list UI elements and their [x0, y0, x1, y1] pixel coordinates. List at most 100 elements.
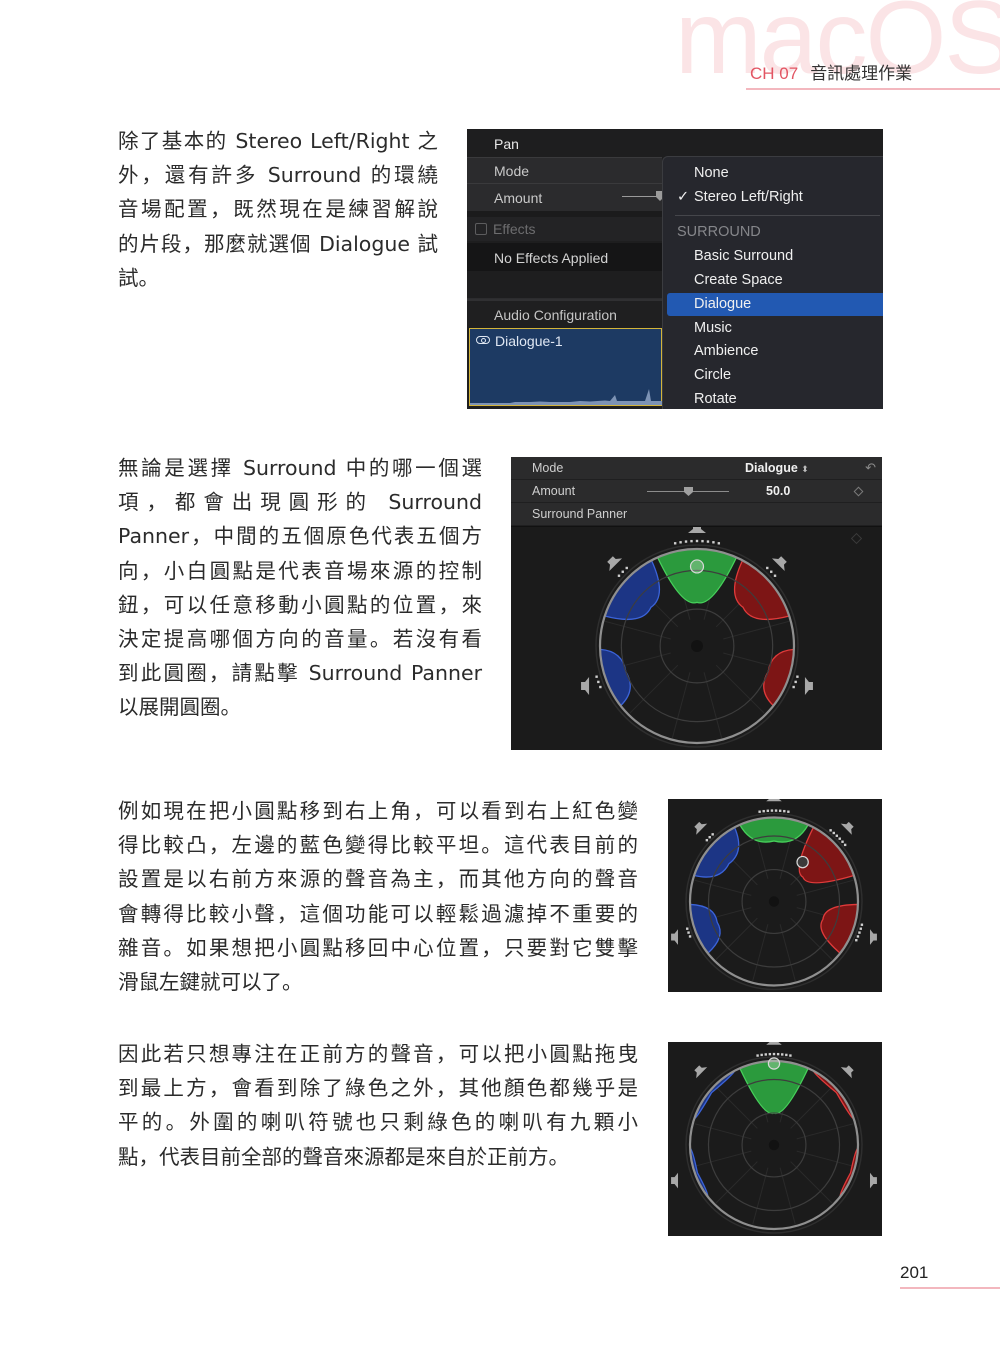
right-surround-channel-lobe [839, 1146, 859, 1199]
speaker-level-dot [766, 566, 769, 570]
speaker-level-dot [772, 1052, 776, 1056]
menu-item-label: Basic Surround [694, 248, 794, 264]
speaker-level-dot [712, 541, 715, 544]
speaker-level-dot [617, 574, 621, 577]
speaker-level-dot [787, 810, 790, 813]
paragraph-line: 例如現在把小圓點移到右上角，可以看到右上紅色變 [118, 799, 638, 823]
menu-item-stereo-left-right[interactable]: ✓ Stereo Left/Right [663, 186, 883, 209]
speaker-level-dot [597, 680, 600, 684]
effects-checkbox[interactable] [475, 223, 487, 235]
menu-item-label: Rotate [694, 391, 737, 407]
surround-panner-circle[interactable] [668, 799, 882, 992]
center-speaker-icon [688, 525, 706, 533]
speaker-level-dot [760, 1053, 763, 1057]
paragraph-2: 無論是選擇 Surround 中的哪一個選 項，都會出現圓形的 Surround P… [118, 451, 482, 725]
paragraph-line: 雜音。如果想把小圓點移回中心位置，只要對它雙擊 [118, 935, 638, 960]
right-front-channel-lobe [812, 1069, 856, 1121]
paragraph-line: 除了基本的 Stereo Left/Right 之 [118, 129, 438, 153]
surround-panner-toggle[interactable]: Surround Panner [511, 503, 882, 526]
amount-slider-track[interactable] [622, 196, 660, 197]
paragraph-line: 會轉得比較小聲，這個功能可以輕鬆過濾掉不重要的 [118, 901, 638, 926]
paragraph-line: 向，小白圓點是代表音場來源的控制 [118, 558, 482, 583]
speaker-shape [869, 1172, 877, 1189]
panner-puck-handle[interactable] [796, 855, 809, 869]
panner-puck-handle[interactable] [689, 559, 705, 574]
speaker-level-dot [781, 1053, 784, 1056]
clip-name: Dialogue-1 [495, 333, 563, 349]
paragraph-line: 決定提高哪個方向的音量。若沒有看 [118, 627, 482, 652]
panner-front-only-example [668, 1042, 882, 1236]
speaker-level-dot [841, 840, 844, 843]
effects-label: Effects [467, 217, 662, 241]
left-surround-channel-lobe [689, 1146, 709, 1199]
surround-panner-circle[interactable] [668, 1042, 882, 1236]
speaker-level-dot [770, 570, 773, 573]
speaker-level-dot [706, 540, 710, 543]
paragraph-line: 外，還有許多 Surround 的環繞 [118, 163, 438, 188]
speaker-level-dot [621, 570, 624, 573]
menu-item-circle[interactable]: Circle [663, 364, 883, 387]
speaker-level-dot [785, 1053, 788, 1057]
no-effects-applied[interactable]: No Effects Applied [467, 243, 662, 271]
speaker-shape [840, 821, 854, 835]
paragraph-line: 點，代表目前全部的聲音來源都是來自於正前方。 [118, 1144, 569, 1169]
audio-configuration-label: Audio Configuration [467, 301, 662, 327]
mode-select-value: Dialogue [745, 461, 798, 475]
speaker-level-dot [838, 837, 841, 840]
surround-panner-panel: Mode Dialogue ⬍ ↶ Amount 50.0 Surround P… [511, 457, 882, 750]
speaker-level-dot [625, 566, 628, 570]
reset-icon[interactable]: ↶ [865, 457, 876, 479]
paragraph-line: 到此圓圈，請點擊 Surround Panner [118, 661, 482, 686]
paragraph-line: 設置是以右前方來源的聲音為主，而其他方向的聲音 [118, 867, 638, 892]
speaker-level-dot [673, 542, 677, 545]
panner-center-dot [691, 640, 703, 652]
paragraph-line: 因此若只想專注在正前方的聲音，可以把小圓點拖曳 [118, 1042, 638, 1066]
menu-section-header: SURROUND [663, 221, 883, 244]
panner-puck-handle[interactable] [767, 1057, 781, 1070]
speaker-shape [766, 1042, 782, 1045]
left-surround-speaker-icon [671, 929, 679, 945]
surround-panner-circle[interactable] [511, 525, 882, 750]
left-front-channel-lobe [692, 1069, 736, 1121]
page-number: 201 [900, 1263, 929, 1282]
menu-item-dialogue[interactable]: Dialogue [667, 293, 883, 316]
amount-label: Amount [532, 484, 576, 498]
right-surround-speaker-icon [804, 677, 813, 696]
speaker-level-dot [829, 829, 832, 832]
speaker-level-dot [774, 809, 778, 812]
speaker-level-dot [711, 833, 714, 836]
speaker-level-dot [679, 541, 682, 544]
speaker-level-dot [756, 1054, 759, 1057]
speaker-shape [688, 525, 706, 533]
amount-label: Amount [467, 183, 662, 211]
menu-item-rotate[interactable]: Rotate [663, 388, 883, 409]
menu-item-none[interactable]: None [663, 162, 883, 185]
mode-select[interactable]: Dialogue ⬍ [745, 457, 809, 480]
pan-section-title: Pan [467, 129, 883, 157]
speaker-level-dot [832, 831, 835, 835]
menu-item-ambience[interactable]: Ambience [663, 340, 883, 363]
header-divider [746, 88, 1000, 90]
paragraph-line: 音場配置，既然現在是練習解說 [118, 197, 438, 222]
speaker-level-dot [796, 675, 799, 678]
menu-item-music[interactable]: Music [663, 317, 883, 340]
menu-item-basic-surround[interactable]: Basic Surround [663, 245, 883, 268]
paragraph-1: 除了基本的 Stereo Left/Right 之外，還有許多 Surround… [118, 124, 438, 295]
speaker-level-dot [770, 809, 774, 812]
amount-slider-thumb[interactable] [684, 487, 693, 496]
chapter-number: CH 07 [750, 64, 799, 83]
menu-item-create-space[interactable]: Create Space [663, 269, 883, 292]
speaker-level-dot [859, 927, 862, 930]
panner-center-dot [768, 896, 780, 907]
speaker-level-dot [705, 838, 709, 842]
keyframe-diamond-icon [850, 532, 863, 545]
waveform [470, 389, 663, 405]
amount-value[interactable]: 50.0 [766, 480, 790, 502]
speaker-level-dot [794, 680, 797, 684]
audio-clip-dialogue[interactable]: Dialogue-1 [469, 328, 663, 406]
speaker-level-dot [768, 1052, 772, 1056]
speaker-shape [671, 1172, 679, 1189]
keyframe-diamond-icon[interactable] [853, 486, 864, 497]
speaker-level-dot [789, 1054, 792, 1057]
speaker-level-dot [764, 1053, 767, 1056]
